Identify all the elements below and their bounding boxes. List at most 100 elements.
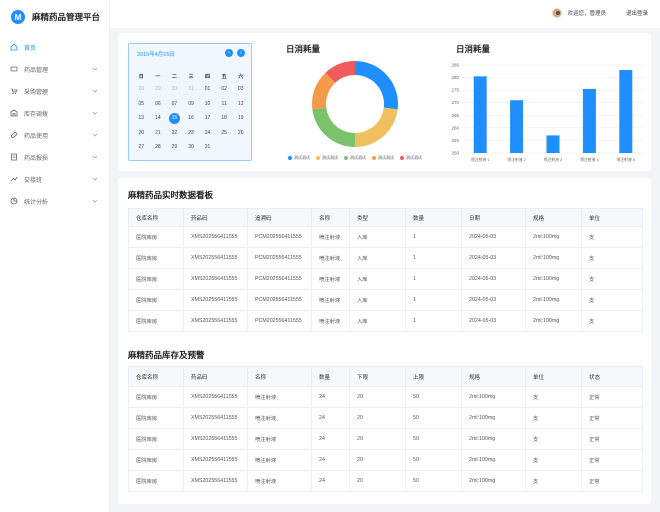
column-header[interactable]: 仓库名称 xyxy=(128,366,184,387)
calendar-day[interactable]: 11 xyxy=(216,97,233,112)
calendar-day[interactable]: 27 xyxy=(133,140,150,155)
table-row[interactable]: 医院库房 XMS202556411555 PCM202556411555 喷注射液 入库… xyxy=(128,289,643,311)
table-cell: XMS202556411555 xyxy=(183,470,248,492)
calendar-day[interactable]: 16 xyxy=(183,111,200,126)
legend-item[interactable]: 测试测试 xyxy=(372,155,394,161)
donut-slice[interactable] xyxy=(355,61,398,110)
legend-item[interactable]: 测试测试 xyxy=(288,155,310,161)
calendar-day[interactable]: 13 xyxy=(133,111,150,126)
chevron-down-icon xyxy=(92,198,98,204)
column-header[interactable]: 类型 xyxy=(349,208,406,227)
calendar-day[interactable]: 31 xyxy=(183,82,200,97)
calendar-day[interactable]: 29 xyxy=(166,140,183,155)
sidebar-item-shift-handover[interactable]: 交接班 xyxy=(0,168,109,190)
calendar-day[interactable]: 02 xyxy=(216,82,233,97)
column-header[interactable]: 名称 xyxy=(311,208,350,227)
sidebar-item-inventory-transfer[interactable]: 库存调拨 xyxy=(0,102,109,124)
column-header[interactable]: 规格 xyxy=(461,366,526,387)
table-row[interactable]: 医院库房 XMS202556411555 喷注射液 24 20 50 2ml:100mg 支正… xyxy=(128,449,643,471)
calendar-day[interactable]: 18 xyxy=(216,111,233,126)
column-header[interactable]: 数量 xyxy=(311,366,350,387)
column-header[interactable]: 数量 xyxy=(405,208,462,227)
calendar-day[interactable]: 23 xyxy=(183,126,200,141)
table-cell: 正常 xyxy=(581,386,643,408)
calendar-day[interactable]: 12 xyxy=(232,97,249,112)
calendar-day[interactable]: 01 xyxy=(199,82,216,97)
sidebar-item-drug-loss[interactable]: 药品报损 xyxy=(0,146,109,168)
calendar-day[interactable]: 30 xyxy=(183,140,200,155)
calendar-day[interactable]: 05 xyxy=(133,97,150,112)
table-cell: 2ml:100mg xyxy=(525,247,582,269)
legend-item[interactable]: 测试测试 xyxy=(344,155,366,161)
bar[interactable] xyxy=(546,135,560,153)
calendar-day[interactable]: 14 xyxy=(150,111,167,126)
logout-button[interactable]: 退出登录 xyxy=(626,9,648,17)
sidebar-item-purchase[interactable]: 采购管理 xyxy=(0,80,109,102)
calendar-day[interactable]: 07 xyxy=(166,97,183,112)
column-header[interactable]: 规格 xyxy=(525,208,582,227)
calendar-weekday: 日 xyxy=(138,73,144,80)
table-row[interactable]: 医院库房 XMS202556411555 喷注射液 24 20 50 2ml:100mg 支正… xyxy=(128,428,643,450)
column-header[interactable]: 名称 xyxy=(247,366,312,387)
table-row[interactable]: 医院库房 XMS202556411555 喷注射液 24 20 50 2ml:100mg 支正… xyxy=(128,407,643,429)
table-row[interactable]: 医院库房 XMS202556411555 喷注射液 24 20 50 2ml:100mg 支正… xyxy=(128,386,643,408)
column-header[interactable]: 下限 xyxy=(349,366,406,387)
table-row[interactable]: 医院库房 XMS202556411555 喷注射液 24 20 50 2ml:100mg 支正… xyxy=(128,470,643,492)
bar[interactable] xyxy=(473,76,487,153)
avatar[interactable] xyxy=(552,8,563,18)
table-cell: PCM202556411555 xyxy=(247,289,312,311)
table-row[interactable]: 医院库房 XMS202556411555 PCM202556411555 喷注射液 入库… xyxy=(128,226,643,248)
calendar-day[interactable]: 26 xyxy=(232,126,249,141)
calendar-day[interactable]: 22 xyxy=(166,126,183,141)
table-row[interactable]: 医院库房 XMS202556411555 PCM202556411555 喷注射液 入库… xyxy=(128,268,643,290)
calendar-prev-button[interactable]: ‹ xyxy=(225,49,233,57)
donut-slice[interactable] xyxy=(355,107,398,147)
calendar-day[interactable]: 10 xyxy=(199,97,216,112)
column-header[interactable]: 上限 xyxy=(405,366,462,387)
legend-label: 测试测试 xyxy=(350,155,366,160)
bar[interactable] xyxy=(582,88,596,153)
sidebar-item-statistics[interactable]: 统计分析 xyxy=(0,190,109,212)
table-cell: 支 xyxy=(525,386,582,408)
calendar-day-label: 22 xyxy=(171,129,178,136)
legend-item[interactable]: 测试测试 xyxy=(400,155,422,161)
sidebar-item-home[interactable]: 首页 xyxy=(0,36,109,58)
calendar-day[interactable]: 28 xyxy=(150,140,167,155)
column-header[interactable]: 单位 xyxy=(581,208,643,227)
column-header[interactable]: 药品码 xyxy=(183,208,248,227)
sidebar-item-drug-management[interactable]: 药品管理 xyxy=(0,58,109,80)
calendar-day-label: 11 xyxy=(221,100,227,107)
calendar-day[interactable]: 20 xyxy=(133,126,150,141)
sidebar-item-drug-usage[interactable]: 药品使用 xyxy=(0,124,109,146)
column-header[interactable]: 日期 xyxy=(461,208,526,227)
calendar-day[interactable]: 31 xyxy=(199,140,216,155)
table-cell: 24 xyxy=(311,386,350,408)
calendar-day[interactable]: 03 xyxy=(232,82,249,97)
calendar-day[interactable]: 25 xyxy=(216,126,233,141)
realtime-table: 仓库名称 药品码 追溯码 名称 类型 数量 日期 规格 单位 医院库房 XMS2025564115… xyxy=(128,208,643,332)
column-header[interactable]: 仓库名称 xyxy=(128,208,184,227)
column-header[interactable]: 药品码 xyxy=(183,366,248,387)
legend-item[interactable]: 测试测试 xyxy=(316,155,338,161)
table-cell: 支 xyxy=(525,449,582,471)
calendar-next-button[interactable]: › xyxy=(237,49,245,57)
column-header[interactable]: 状态 xyxy=(581,366,643,387)
column-header[interactable]: 单位 xyxy=(525,366,582,387)
calendar-day[interactable]: 30 xyxy=(166,82,183,97)
table-row[interactable]: 医院库房 XMS202556411555 PCM202556411555 喷注射液 入库… xyxy=(128,310,643,332)
calendar-day[interactable]: 24 xyxy=(199,126,216,141)
report-icon xyxy=(10,153,18,161)
bar[interactable] xyxy=(510,100,524,153)
calendar-day[interactable]: 06 xyxy=(150,97,167,112)
calendar-day[interactable]: 28 xyxy=(133,82,150,97)
calendar-day[interactable]: 29 xyxy=(150,82,167,97)
calendar-day[interactable]: 09 xyxy=(183,97,200,112)
calendar-day[interactable]: 21 xyxy=(150,126,167,141)
donut-slice[interactable] xyxy=(312,107,355,147)
table-row[interactable]: 医院库房 XMS202556411555 PCM202556411555 喷注射液 入库… xyxy=(128,247,643,269)
calendar-day[interactable]: 19 xyxy=(232,111,249,126)
calendar-day[interactable]: 17 xyxy=(199,111,216,126)
bar[interactable] xyxy=(619,70,633,153)
column-header[interactable]: 追溯码 xyxy=(247,208,312,227)
calendar-day-selected[interactable]: 15 xyxy=(166,111,183,126)
